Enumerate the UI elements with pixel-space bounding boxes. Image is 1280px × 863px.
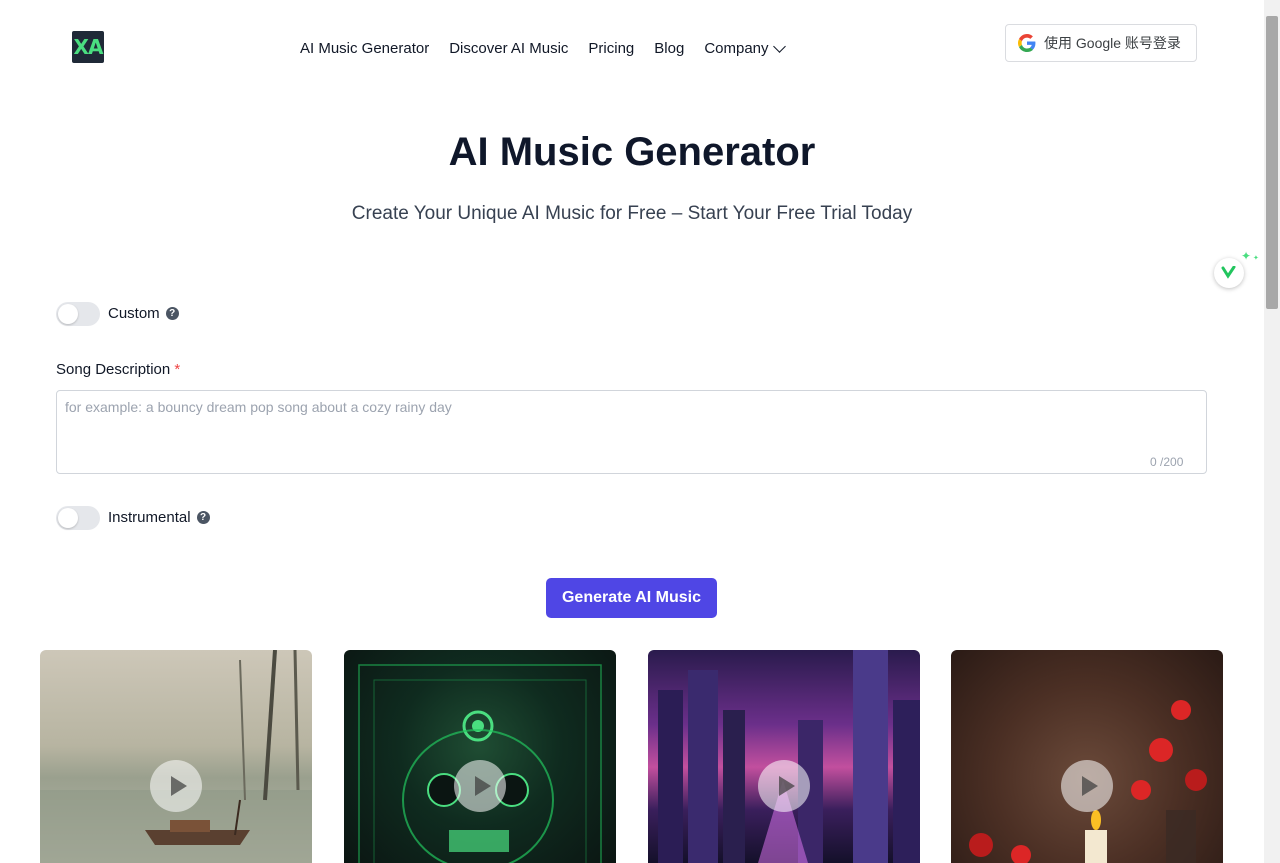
nav-company-dropdown[interactable]: Company <box>704 39 786 57</box>
custom-toggle[interactable] <box>56 302 100 326</box>
card-cover-image <box>969 700 1207 863</box>
play-icon[interactable] <box>150 760 202 812</box>
toggle-knob <box>58 304 78 324</box>
music-card-neon-city[interactable] <box>648 650 920 863</box>
generate-ai-music-button[interactable]: Generate AI Music <box>546 578 717 618</box>
page-title: AI Music Generator <box>448 130 816 174</box>
instrumental-label: Instrumental <box>108 509 191 526</box>
nav-label: Company <box>704 40 769 57</box>
toggle-knob <box>58 508 78 528</box>
nav-ai-music-generator[interactable]: AI Music Generator <box>300 40 429 57</box>
assistant-y-icon <box>1221 266 1236 279</box>
card-cover-image <box>358 664 602 863</box>
site-logo[interactable]: XA <box>72 31 104 63</box>
card-cover-image <box>40 650 312 863</box>
nav-blog[interactable]: Blog <box>654 40 684 57</box>
nav-label: Discover AI Music <box>449 40 569 57</box>
card-cover-image <box>658 650 920 863</box>
instrumental-toggle[interactable] <box>56 506 100 530</box>
custom-label: Custom <box>108 305 160 322</box>
nav-pricing[interactable]: Pricing <box>588 40 634 57</box>
sparkle-icon: ✦ <box>1253 255 1259 262</box>
music-card-circuit-skull[interactable] <box>344 650 616 863</box>
assistant-widget-button[interactable] <box>1214 258 1244 288</box>
play-icon[interactable] <box>758 760 810 812</box>
help-icon[interactable]: ? <box>196 511 210 524</box>
nav-label: Blog <box>654 40 685 57</box>
nav-discover-ai-music[interactable]: Discover AI Music <box>449 40 568 57</box>
google-icon <box>1018 34 1036 52</box>
sparkle-icon: ✦ <box>1241 249 1252 263</box>
google-login-button[interactable]: 使用 Google 账号登录 <box>1005 24 1197 62</box>
song-description-label-text: Song Description <box>56 361 171 378</box>
main-nav: AI Music Generator Discover AI Music Pri… <box>300 39 786 57</box>
music-card-lake-boat[interactable] <box>40 650 312 863</box>
play-icon[interactable] <box>454 760 506 812</box>
instrumental-label-group: Instrumental ? <box>108 509 210 526</box>
nav-label: Pricing <box>588 40 635 57</box>
music-card-candle-roses[interactable] <box>951 650 1223 863</box>
chevron-down-icon <box>772 39 786 53</box>
logo-text: XA <box>73 35 104 59</box>
page-subtitle: Create Your Unique AI Music for Free – S… <box>351 203 913 224</box>
play-icon[interactable] <box>1061 760 1113 812</box>
song-description-input[interactable] <box>56 390 1207 474</box>
required-asterisk: * <box>174 361 181 378</box>
help-icon[interactable]: ? <box>165 307 179 320</box>
nav-label: AI Music Generator <box>300 40 430 57</box>
google-login-label: 使用 Google 账号登录 <box>1044 35 1181 51</box>
char-counter: 0 /200 <box>1150 455 1184 469</box>
custom-label-group: Custom ? <box>108 305 179 322</box>
song-description-label: Song Description * <box>56 361 180 378</box>
page-scrollbar-thumb[interactable] <box>1266 16 1278 309</box>
